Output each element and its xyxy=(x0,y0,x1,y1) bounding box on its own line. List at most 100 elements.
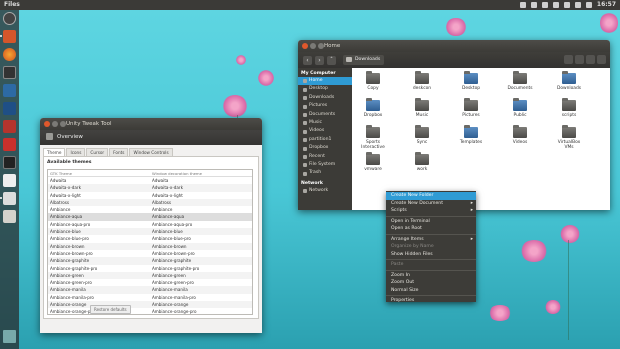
title-bar[interactable]: Home xyxy=(298,40,610,52)
back-button[interactable]: ‹ xyxy=(303,55,312,65)
table-row[interactable]: Ambiance-green Ambiance-green xyxy=(48,271,252,280)
file-item[interactable]: Public xyxy=(505,98,535,126)
bluetooth-icon[interactable] xyxy=(563,2,570,8)
table-row[interactable]: Adwaita-x-dark Adwaita-x-dark xyxy=(48,184,252,192)
table-row[interactable]: Ambiance-manila-pro Ambiance-manila-pro xyxy=(48,294,252,301)
table-row[interactable]: Ambiance-brown-pro Ambiance-brown-pro xyxy=(48,250,252,257)
file-item[interactable]: Sports Interactive xyxy=(358,125,388,153)
table-row[interactable]: Ambiance-brown Ambiance-brown xyxy=(48,242,252,250)
keyboard-icon[interactable] xyxy=(574,2,581,8)
breadcrumb-downloads[interactable]: Downloads xyxy=(343,55,385,65)
file-item[interactable]: Copy xyxy=(358,71,388,99)
restore-defaults-button[interactable]: Restore defaults xyxy=(90,305,131,314)
minimize-button[interactable] xyxy=(310,43,316,49)
sidebar-item-file-system[interactable]: File System xyxy=(298,161,352,169)
search-icon[interactable] xyxy=(564,55,573,64)
file-item[interactable]: VirtualBox VMs xyxy=(554,125,584,153)
pdf-icon[interactable] xyxy=(3,138,16,151)
file-item[interactable]: Downloads xyxy=(554,71,584,99)
text-editor-icon[interactable] xyxy=(0,192,16,205)
menu-item-open-as-root[interactable]: Open as Root xyxy=(386,225,476,233)
gear-icon[interactable] xyxy=(530,2,537,8)
tab-icons[interactable]: Icons xyxy=(66,148,86,156)
terminal-icon[interactable] xyxy=(3,66,16,79)
menu-item-zoom-out[interactable]: Zoom Out xyxy=(386,279,476,287)
network-icon[interactable] xyxy=(519,2,526,8)
dash-icon[interactable] xyxy=(3,12,16,25)
system-monitor-icon[interactable] xyxy=(3,156,16,169)
battery-icon[interactable] xyxy=(552,2,559,8)
file-item[interactable]: Documents xyxy=(505,71,535,99)
forward-button[interactable]: › xyxy=(315,55,324,65)
title-bar[interactable]: Unity Tweak Tool xyxy=(40,118,262,130)
sidebar-item-downloads[interactable]: Downloads xyxy=(298,94,352,102)
table-row[interactable]: Ambiance-orange-pro Ambiance-orange-pro xyxy=(48,308,252,314)
table-row[interactable]: Ambiance-orange Ambiance-orange xyxy=(48,301,252,309)
libreoffice-icon[interactable] xyxy=(3,174,16,187)
trash-icon[interactable] xyxy=(3,330,16,343)
workspace-switcher-icon[interactable] xyxy=(3,210,16,223)
tab-cursor[interactable]: Cursor xyxy=(86,148,109,156)
files-icon[interactable] xyxy=(0,30,16,43)
file-item[interactable]: deskcon xyxy=(407,71,437,99)
sidebar-item-desktop[interactable]: Desktop xyxy=(298,85,352,93)
list-view-icon[interactable] xyxy=(586,55,595,64)
table-row[interactable]: Ambiance-aqua Ambiance-aqua xyxy=(48,213,252,221)
sidebar-item-network[interactable]: Network xyxy=(298,187,352,195)
table-row[interactable]: Ambiance-manila Ambiance-manila xyxy=(48,286,252,294)
menu-icon[interactable] xyxy=(597,55,606,64)
sidebar-item-videos[interactable]: Videos xyxy=(298,127,352,135)
table-row[interactable]: Ambiance Ambiance xyxy=(48,206,252,213)
file-item[interactable]: Pictures xyxy=(456,98,486,126)
sidebar-item-documents[interactable]: Documents xyxy=(298,111,352,119)
maximize-button[interactable] xyxy=(60,121,66,127)
volume-icon[interactable] xyxy=(585,2,592,8)
menu-item-create-new-folder[interactable]: Create New Folder xyxy=(386,192,476,200)
menu-item-arrange-items[interactable]: Arrange Items ▸ xyxy=(386,236,476,244)
file-item[interactable]: Music xyxy=(407,98,437,126)
table-row[interactable]: Adwaita Adwaita xyxy=(48,177,252,184)
sidebar-item-partition1[interactable]: partition1 xyxy=(298,136,352,144)
sidebar-item-recent[interactable]: Recent xyxy=(298,153,352,161)
close-button[interactable] xyxy=(302,43,308,49)
overview-button[interactable]: Overview xyxy=(40,130,262,145)
menu-item-open-in-terminal[interactable]: Open in Terminal xyxy=(386,218,476,226)
table-row[interactable]: Ambiance-graphite-pro Ambiance-graphite-p… xyxy=(48,265,252,272)
file-grid[interactable]: Copy deskcon Desktop Documents Downloads Drop… xyxy=(352,68,610,210)
tab-window-controls[interactable]: Window Controls xyxy=(129,148,173,156)
menu-item-properties[interactable]: Properties xyxy=(386,297,476,305)
table-row[interactable]: Adwaita-x-light Adwaita-x-light xyxy=(48,192,252,199)
file-item[interactable]: scripts xyxy=(554,98,584,126)
file-item[interactable]: work xyxy=(407,152,437,180)
menu-item-zoom-in[interactable]: Zoom In xyxy=(386,272,476,280)
file-item[interactable]: Desktop xyxy=(456,71,486,99)
tab-theme[interactable]: Theme xyxy=(43,148,66,156)
virtualbox-icon[interactable] xyxy=(3,102,16,115)
grid-view-icon[interactable] xyxy=(575,55,584,64)
theme-list[interactable]: GTK Theme Window decoration theme Adwait… xyxy=(47,169,253,315)
clock[interactable]: 16:57 xyxy=(597,0,616,10)
column-header-gtk[interactable]: GTK Theme xyxy=(48,170,150,176)
file-item[interactable]: Videos xyxy=(505,125,535,153)
table-row[interactable]: Albatross Albatross xyxy=(48,198,252,207)
firefox-icon[interactable] xyxy=(3,48,16,61)
table-row[interactable]: Ambiance-blue-pro Ambiance-blue-pro xyxy=(48,235,252,242)
minimize-button[interactable] xyxy=(52,121,58,127)
yakuake-icon[interactable] xyxy=(3,84,16,97)
menu-item-normal-size[interactable]: Normal Size xyxy=(386,287,476,295)
up-button[interactable]: ˆ xyxy=(327,55,336,65)
sidebar-item-music[interactable]: Music xyxy=(298,119,352,127)
menu-item-create-new-document[interactable]: Create New Document ▸ xyxy=(386,200,476,208)
table-row[interactable]: Ambiance-green-pro Ambiance-green-pro xyxy=(48,279,252,286)
sidebar-item-trash[interactable]: Trash xyxy=(298,169,352,177)
mail-icon[interactable] xyxy=(541,2,548,8)
file-item[interactable]: Templates xyxy=(456,125,486,153)
file-item[interactable]: vmware xyxy=(358,152,388,180)
close-button[interactable] xyxy=(44,121,50,127)
maximize-button[interactable] xyxy=(318,43,324,49)
menu-item-show-hidden-files[interactable]: Show Hidden Files xyxy=(386,251,476,259)
sidebar-item-home[interactable]: Home xyxy=(298,77,352,86)
sidebar-item-pictures[interactable]: Pictures xyxy=(298,102,352,110)
column-header-window-decoration[interactable]: Window decoration theme xyxy=(150,170,252,176)
table-row[interactable]: Ambiance-blue Ambiance-blue xyxy=(48,228,252,236)
